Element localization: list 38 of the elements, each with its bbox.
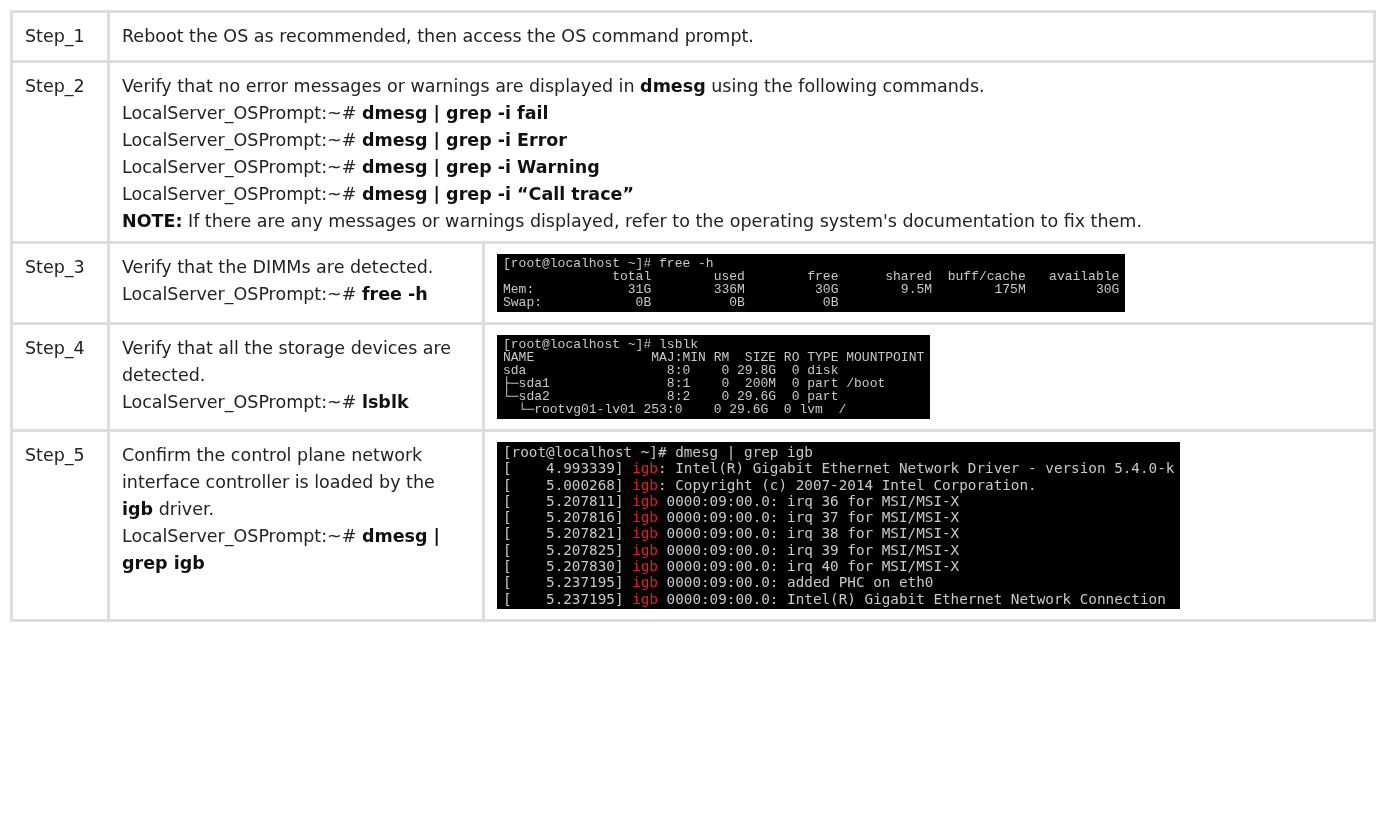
terminal-line: [ 5.207816] igb 0000:09:00.0: irq 37 for MSI/MSI-X [503, 509, 961, 526]
instruction-text: Verify that all the storage devices are detected. [122, 337, 453, 387]
instruction-text: Reboot the OS as recommended, then access the OS command prompt. [122, 25, 754, 48]
terminal-line: [ 5.000268] igb: Copyright (c) 2007-2014 Intel Corporation. [503, 476, 1038, 493]
terminal-line: [ 4.993339] igb: Intel(R) Gigabit Ethernet Network Driver - version 5.4.0-k [503, 460, 1175, 477]
instruction-text: LocalServer_OSPrompt:~# free -h [122, 283, 428, 307]
terminal-line: Mem: 31G 336M 30G 9.5M 175M 30G [503, 283, 1120, 296]
terminal-line: [ 5.207825] igb 0000:09:00.0: irq 39 for MSI/MSI-X [503, 541, 961, 559]
terminal-line: [ 5.237195] igb 0000:09:00.0: Intel(R) Gigabit Ethernet Network Connection [503, 590, 1167, 607]
terminal-line: NAME MAJ:MIN RM SIZE RO TYPE MOUNTPOINT [503, 351, 925, 364]
instruction-text: LocalServer_OSPrompt:~# dmesg | grep -i fail [122, 102, 549, 126]
step-label: Step_1 [25, 26, 85, 46]
step-label: Step_4 [25, 338, 85, 358]
terminal-line: Swap: 0B 0B 0B [503, 296, 840, 309]
instruction-text: LocalServer_OSPrompt:~# lsblk [122, 391, 409, 415]
terminal-line: [root@localhost ~]# lsblk [503, 338, 700, 351]
terminal-line: [ 5.207811] igb 0000:09:00.0: irq 36 for MSI/MSI-X [503, 492, 960, 510]
terminal-line: [root@localhost ~]# dmesg | grep igb [503, 444, 814, 461]
instruction-text: Verify that no error messages or warnings are displayed in dmesg using the following commands. [122, 75, 985, 98]
step-label: Step_2 [25, 76, 85, 96]
instruction-text: LocalServer_OSPrompt:~# dmesg | grep -i Warning [122, 156, 600, 180]
terminal-line: [ 5.207830] igb 0000:09:00.0: irq 40 for MSI/MSI-X [503, 558, 961, 575]
step-label: Step_3 [25, 257, 85, 277]
terminal-line: [root@localhost ~]# free -h [503, 257, 715, 270]
instruction-text: NOTE: If there are any messages or warnings displayed, refer to the operating system's documentation to fix them. [122, 210, 1142, 233]
instruction-text: LocalServer_OSPrompt:~# dmesg | grep -i “Call trace” [122, 183, 634, 207]
instruction-text: Confirm the control plane network interface controller is loaded by the igb driver. [122, 444, 436, 521]
terminal-line: [ 5.237195] igb 0000:09:00.0: added PHC on eth0 [503, 574, 935, 591]
step-label: Step_5 [25, 445, 85, 465]
terminal-line: ├─sda1 8:1 0 200M 0 part /boot [503, 377, 887, 390]
instruction-text: Verify that the DIMMs are detected. [122, 256, 434, 279]
instruction-text: LocalServer_OSPrompt:~# dmesg | grep igb [122, 525, 441, 575]
terminal-line: └─sda2 8:2 0 29.6G 0 part [503, 390, 840, 403]
terminal-line: └─rootvg01-lv01 253:0 0 29.6G 0 lvm / [517, 403, 848, 416]
instruction-text: LocalServer_OSPrompt:~# dmesg | grep -i Error [122, 129, 567, 153]
terminal-line: [ 5.207821] igb 0000:09:00.0: irq 38 for MSI/MSI-X [503, 525, 961, 542]
terminal-line: total used free shared buff/cache available [612, 270, 1120, 283]
terminal-line: sda 8:0 0 29.8G 0 disk [503, 364, 840, 377]
